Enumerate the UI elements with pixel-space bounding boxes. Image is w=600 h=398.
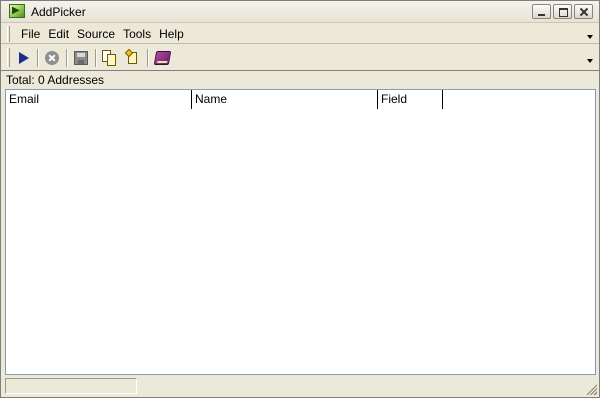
toolbar-chevron-down-icon[interactable] (587, 59, 593, 63)
save-icon (74, 51, 88, 65)
maximize-icon (554, 5, 571, 18)
maximize-button[interactable] (553, 4, 572, 19)
save-button[interactable] (71, 48, 91, 68)
toolbar-separator (37, 49, 39, 67)
address-list[interactable]: Email Name Field (5, 89, 596, 375)
paste-button[interactable] (123, 48, 143, 68)
title-bar[interactable]: ▶ AddPicker (1, 1, 599, 23)
resize-grip-icon[interactable] (585, 383, 597, 395)
address-book-icon (153, 51, 172, 65)
status-bar (1, 376, 599, 397)
column-header-name[interactable]: Name (192, 90, 378, 109)
copy-button[interactable] (100, 48, 120, 68)
play-icon (19, 52, 29, 64)
toolbar-separator (95, 49, 97, 67)
stop-icon (45, 51, 59, 65)
copy-icon (100, 48, 120, 68)
menu-help[interactable]: Help (155, 27, 188, 41)
status-area (139, 378, 579, 394)
close-button[interactable] (574, 4, 593, 19)
app-icon[interactable]: ▶ (9, 4, 25, 18)
window-title: AddPicker (31, 5, 86, 19)
paste-icon (123, 48, 143, 68)
stop-button[interactable] (42, 48, 62, 68)
menu-bar: File Edit Source Tools Help (1, 24, 599, 44)
column-header-email[interactable]: Email (6, 90, 192, 109)
menu-tools[interactable]: Tools (119, 27, 155, 41)
list-header: Email Name Field (6, 90, 443, 109)
column-header-field[interactable]: Field (378, 90, 443, 109)
menu-file[interactable]: File (17, 27, 44, 41)
close-icon (575, 5, 592, 18)
minimize-icon (533, 5, 550, 18)
toolbar-separator (66, 49, 68, 67)
status-pane (5, 378, 137, 394)
menubar-grip[interactable] (7, 26, 10, 42)
address-book-button[interactable] (152, 48, 172, 68)
toolbar (1, 45, 599, 71)
address-total: Total: 0 Addresses (6, 73, 105, 87)
menubar-chevron-down-icon[interactable] (587, 35, 593, 39)
menu-source[interactable]: Source (73, 27, 119, 41)
minimize-button[interactable] (532, 4, 551, 19)
toolbar-grip[interactable] (7, 48, 10, 67)
window-controls (532, 4, 593, 19)
app-window: ▶ AddPicker File Edit Source Tools Help (0, 0, 600, 398)
menu-edit[interactable]: Edit (44, 27, 73, 41)
toolbar-separator (147, 49, 149, 67)
start-button[interactable] (13, 48, 33, 68)
